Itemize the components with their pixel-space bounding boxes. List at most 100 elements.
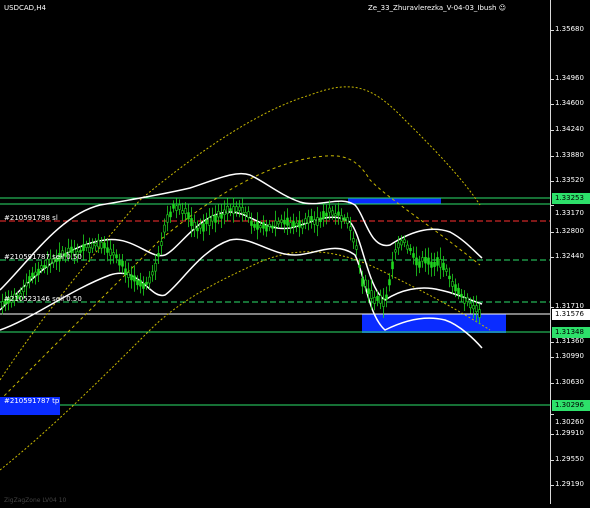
candle-body bbox=[226, 205, 229, 214]
candle-body bbox=[361, 278, 364, 287]
candle-body bbox=[367, 288, 370, 295]
candle-body bbox=[235, 206, 238, 212]
candle-body bbox=[310, 216, 313, 222]
candle-body bbox=[40, 265, 43, 269]
candle-body bbox=[325, 212, 328, 217]
candle-body bbox=[241, 207, 244, 214]
candle-body bbox=[373, 297, 376, 304]
tick-label: 1.34240 bbox=[555, 125, 584, 133]
candle-body bbox=[394, 249, 397, 253]
candle-body bbox=[259, 225, 262, 229]
candle-body bbox=[169, 211, 172, 218]
candle-body bbox=[403, 239, 406, 243]
candle-body bbox=[103, 242, 106, 249]
order-label-tp[interactable]: #210591787 tp bbox=[4, 397, 59, 405]
chart-area[interactable]: USDCAD,H4 Ze_33_Zhuravlerezka_V-04-03_Ib… bbox=[0, 0, 550, 504]
candle-body bbox=[256, 221, 259, 230]
candle-body bbox=[307, 216, 310, 224]
upper-zone bbox=[348, 198, 441, 204]
candle-body bbox=[94, 243, 97, 247]
expert-advisor-name-text: Ze_33_Zhuravlerezka_V-04-03_Ibush bbox=[368, 4, 497, 12]
symbol-label: USDCAD,H4 bbox=[4, 4, 46, 12]
candle-body bbox=[409, 248, 412, 252]
candle-body bbox=[415, 257, 418, 266]
candle-body bbox=[250, 220, 253, 226]
candle-body bbox=[457, 287, 460, 295]
price-axis[interactable]: 1.35680 1.34960 1.34600 1.34240 1.33880 … bbox=[550, 0, 590, 504]
candle-body bbox=[22, 286, 25, 292]
candle-body bbox=[34, 271, 37, 276]
candle-body bbox=[43, 265, 46, 268]
candle-body bbox=[121, 260, 124, 267]
price-chart[interactable] bbox=[0, 0, 550, 504]
tick-mark bbox=[551, 232, 554, 233]
candle-body bbox=[145, 281, 148, 285]
candle-body bbox=[175, 205, 178, 211]
candle-body bbox=[292, 220, 295, 228]
tick-mark bbox=[551, 30, 554, 31]
price-tag-tp: 1.30296 bbox=[552, 400, 590, 411]
tick-label: 1.29190 bbox=[555, 480, 584, 488]
tick-label: 1.29550 bbox=[555, 455, 584, 463]
expert-advisor-name: Ze_33_Zhuravlerezka_V-04-03_Ibush ☺ bbox=[368, 4, 506, 12]
candle-body bbox=[277, 221, 280, 225]
tick-label: 1.30990 bbox=[555, 352, 584, 360]
candle-body bbox=[118, 260, 121, 266]
candle-body bbox=[127, 272, 130, 278]
candle-body bbox=[130, 274, 133, 281]
candle-body bbox=[238, 206, 241, 211]
candle-body bbox=[391, 261, 394, 270]
candle-body bbox=[160, 241, 163, 246]
candle-body bbox=[421, 257, 424, 262]
candle-body bbox=[109, 248, 112, 256]
candle-body bbox=[139, 279, 142, 287]
candle-body bbox=[229, 208, 232, 212]
price-tag-current: 1.31576 bbox=[552, 309, 590, 320]
candle-body bbox=[181, 210, 184, 214]
candle-body bbox=[286, 217, 289, 226]
candle-body bbox=[31, 272, 34, 278]
candle-body bbox=[349, 226, 352, 231]
tick-label: 1.35680 bbox=[555, 25, 584, 33]
candle-body bbox=[385, 294, 388, 300]
candle-body bbox=[274, 220, 277, 227]
order-label-sell-2[interactable]: #210523146 sell 0.50 bbox=[4, 295, 82, 303]
candle-body bbox=[442, 262, 445, 271]
tick-label: 1.32800 bbox=[555, 227, 584, 235]
tick-label: 1.32440 bbox=[555, 252, 584, 260]
candle-body bbox=[418, 261, 421, 268]
candle-body bbox=[172, 204, 175, 209]
candle-body bbox=[154, 263, 157, 272]
candle-body bbox=[448, 275, 451, 280]
candle-body bbox=[265, 225, 268, 232]
candle-body bbox=[334, 213, 337, 217]
order-label-sell-1[interactable]: #210591787 sell 0.50 bbox=[4, 253, 82, 261]
candle-body bbox=[463, 297, 466, 304]
tick-label: 1.33880 bbox=[555, 151, 584, 159]
tick-mark bbox=[551, 485, 554, 486]
candle-body bbox=[211, 215, 214, 222]
candle-body bbox=[316, 217, 319, 226]
smile-icon: ☺ bbox=[498, 4, 506, 12]
candle-body bbox=[205, 219, 208, 225]
candle-body bbox=[313, 219, 316, 225]
order-label-sl[interactable]: #210591788 sl bbox=[4, 214, 58, 222]
ma-lower-dotted bbox=[0, 251, 491, 471]
candle-body bbox=[412, 253, 415, 258]
candle-body bbox=[112, 252, 115, 256]
candle-body bbox=[397, 242, 400, 249]
candle-body bbox=[88, 246, 91, 253]
candle-body bbox=[304, 218, 307, 224]
candle-body bbox=[430, 261, 433, 268]
candle-body bbox=[358, 264, 361, 268]
candle-body bbox=[67, 247, 70, 253]
candle-body bbox=[472, 305, 475, 310]
band-upper bbox=[0, 172, 483, 291]
candle-body bbox=[406, 244, 409, 250]
candle-body bbox=[79, 249, 82, 253]
tick-mark bbox=[551, 460, 554, 461]
candle-body bbox=[301, 225, 304, 229]
tick-label: 1.33520 bbox=[555, 176, 584, 184]
candle-body bbox=[208, 217, 211, 226]
candle-body bbox=[220, 213, 223, 219]
